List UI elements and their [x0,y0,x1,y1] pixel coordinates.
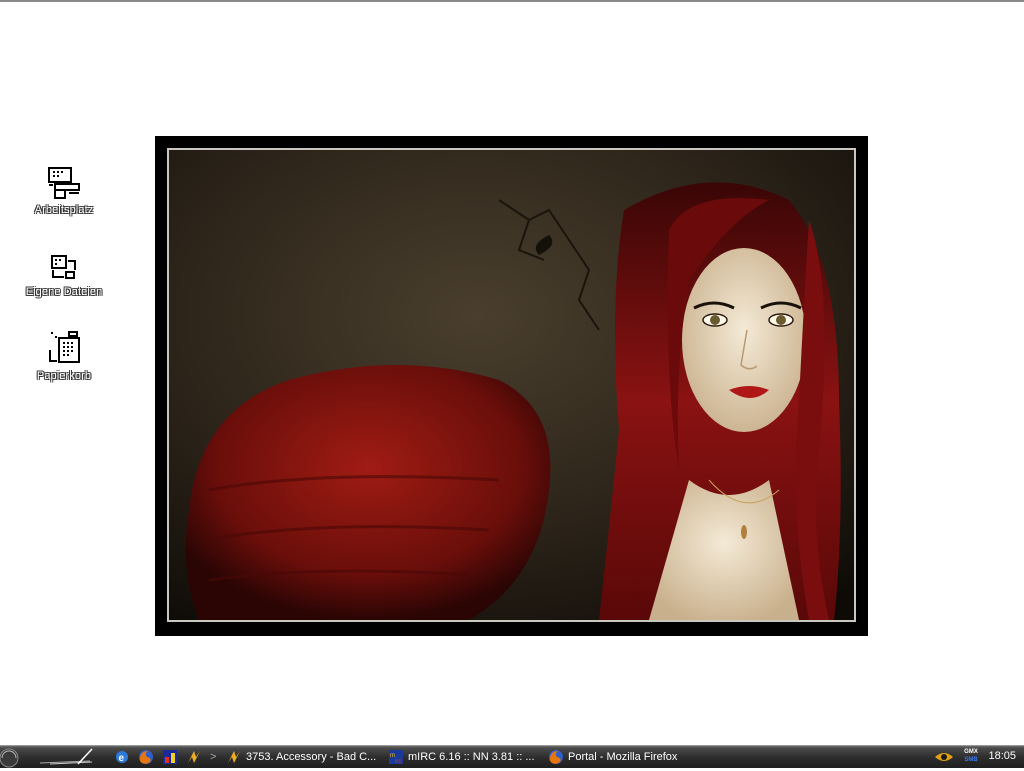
eye-icon[interactable] [934,749,954,765]
gmx-smb-icon[interactable]: GMX SMB [962,748,980,766]
gmx-label: GMX [964,749,978,755]
wallpaper-frame [167,148,856,622]
svg-text:irc: irc [395,759,401,765]
task-winamp[interactable]: 3753. Accessory - Bad C... [226,747,382,767]
svg-text:e: e [119,753,125,764]
task-firefox[interactable]: Portal - Mozilla Firefox [548,747,704,767]
quick-launch-overflow[interactable]: > [210,749,220,765]
winamp-icon [228,751,240,763]
internet-explorer-icon[interactable]: e [114,749,130,765]
start-orb-icon [0,748,93,768]
firefox-icon [549,750,563,764]
desktop-icon-label: Papierkorb [36,370,92,382]
task-label: mIRC 6.16 :: NN 3.81 :: ... [408,751,535,763]
documents-icon [51,255,76,279]
desktop-icon-papierkorb[interactable]: Papierkorb [16,330,112,383]
task-label: 3753. Accessory - Bad C... [246,751,377,763]
wallpaper-image [169,150,854,620]
system-tray: GMX SMB 18:05 [928,746,1024,768]
mirc-icon: mirc [389,750,403,765]
computer-icon [48,167,80,199]
media-app-icon[interactable] [186,749,202,765]
start-button[interactable] [0,746,100,768]
winamp-app-icon[interactable] [162,749,178,765]
task-label: Portal - Mozilla Firefox [568,751,678,763]
clock[interactable]: 18:05 [988,750,1016,762]
photo-wallpaper [155,136,868,636]
desktop-icon-eigene-dateien[interactable]: Eigene Dateien [16,254,112,299]
desktop-icon-arbeitsplatz[interactable]: Arbeitsplatz [16,166,112,217]
smb-label: SMB [964,757,978,763]
recycle-bin-icon [49,331,80,363]
desktop: Arbeitsplatz Eigene Dateien Papierkorb [0,0,1024,745]
desktop-icon-label: Eigene Dateien [25,286,103,298]
firefox-icon[interactable] [138,749,154,765]
task-mirc[interactable]: m irc mIRC 6.16 :: NN 3.81 :: ... [388,747,544,767]
desktop-icon-label: Arbeitsplatz [34,204,94,216]
taskbar: e > 3753. Accessory - Bad C... m irc mIRC… [0,745,1024,768]
